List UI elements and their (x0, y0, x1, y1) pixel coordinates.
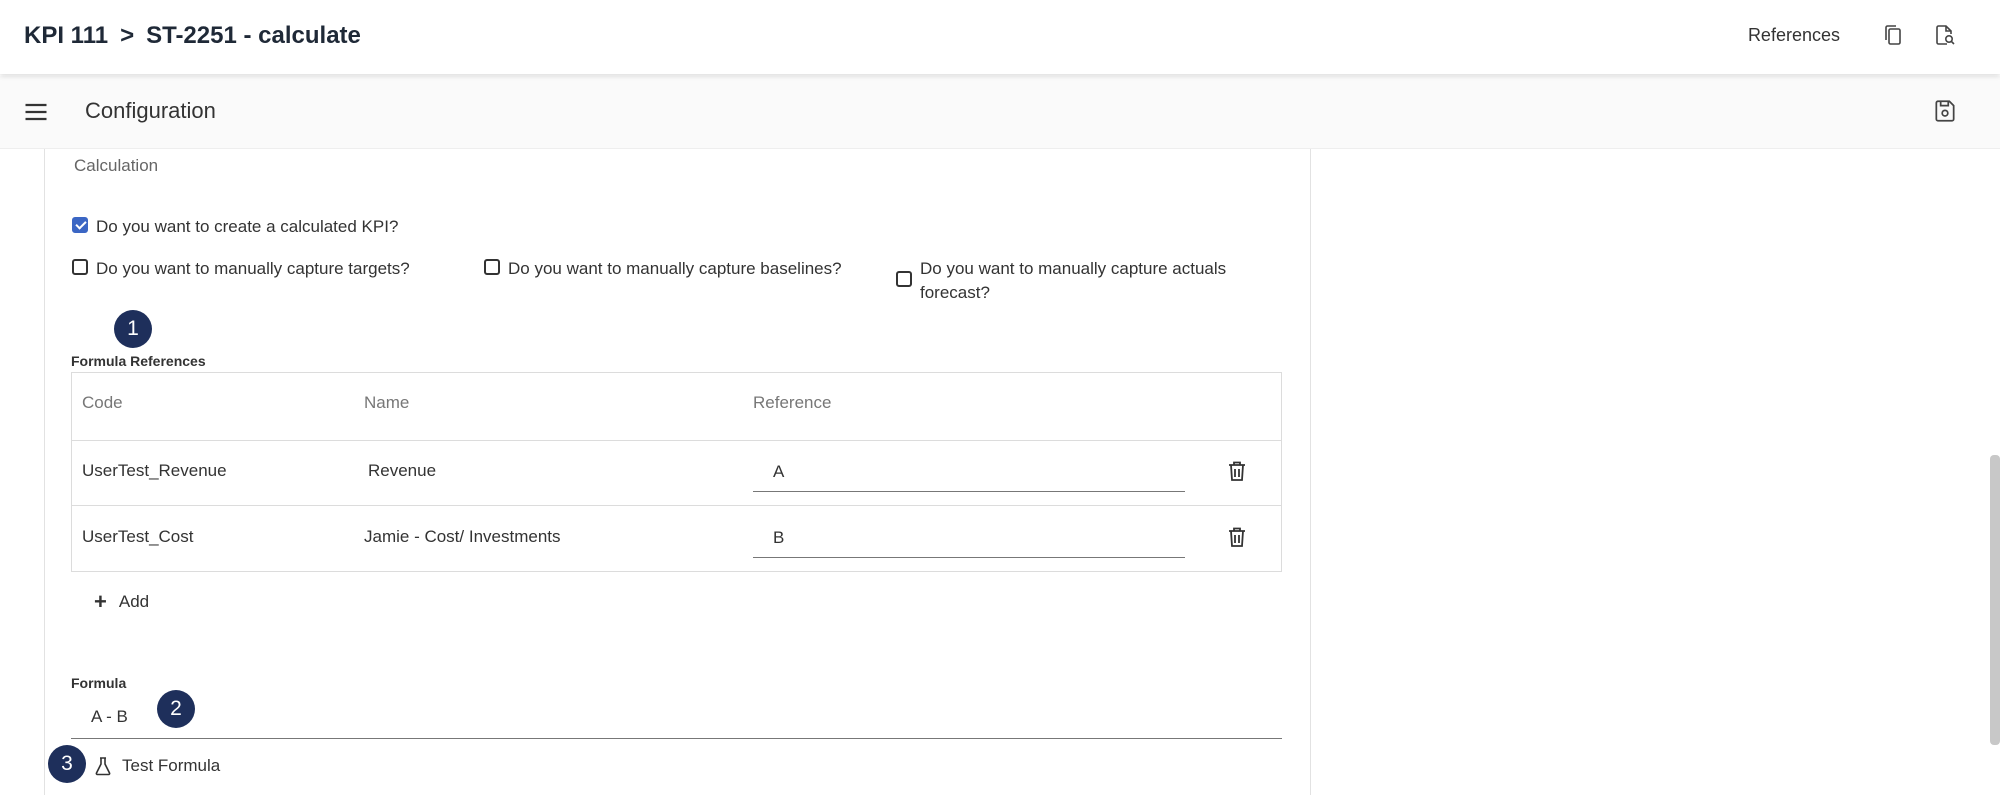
calculation-section-label: Calculation (74, 156, 159, 175)
capture-actuals-label-line1: Do you want to manually capture actuals (920, 259, 1227, 278)
scrollbar[interactable] (1990, 455, 2000, 745)
top-actions: References (1748, 20, 1960, 50)
capture-actuals-label-line2: forecast? (920, 283, 990, 302)
capture-targets-option[interactable]: Do you want to manually capture targets? (72, 257, 410, 281)
formula-input[interactable]: A - B (71, 700, 1282, 739)
step-badge-2: 2 (157, 690, 195, 728)
column-header-code: Code (82, 393, 123, 412)
column-header-reference: Reference (753, 393, 832, 412)
reference-input[interactable]: B (753, 516, 1185, 558)
add-reference-button[interactable]: + Add (94, 589, 150, 614)
formula-label: Formula (71, 675, 127, 691)
formula-references-label: Formula References (71, 353, 206, 369)
step-badge-3: 3 (48, 745, 86, 783)
capture-baselines-label: Do you want to manually capture baseline… (508, 259, 842, 278)
test-formula-label: Test Formula (122, 756, 221, 775)
row-code: UserTest_Cost (82, 527, 194, 546)
reference-input-value: B (773, 528, 785, 547)
capture-actuals-checkbox[interactable] (896, 271, 912, 287)
table-row: UserTest_Cost Jamie - Cost/ Investments … (72, 506, 1281, 571)
column-header-name: Name (364, 393, 410, 412)
plus-icon: + (94, 589, 107, 614)
table-header: Code Name Reference (72, 373, 1281, 441)
reference-input[interactable]: A (753, 450, 1185, 492)
top-bar: KPI 111 > ST-2251 - calculate References (0, 0, 2000, 74)
capture-baselines-option[interactable]: Do you want to manually capture baseline… (484, 257, 842, 281)
delete-icon[interactable] (1227, 460, 1249, 482)
step-badge-1: 1 (114, 310, 152, 348)
delete-icon[interactable] (1227, 526, 1249, 548)
configuration-bar: Configuration (0, 76, 2000, 149)
capture-targets-label: Do you want to manually capture targets? (96, 259, 410, 278)
document-search-icon[interactable] (1930, 20, 1960, 50)
reference-input-value: A (773, 462, 785, 481)
formula-references-table: Code Name Reference UserTest_Revenue Rev… (71, 372, 1282, 572)
row-name: Revenue (368, 461, 437, 480)
capture-targets-checkbox[interactable] (72, 259, 88, 275)
row-code: UserTest_Revenue (82, 461, 227, 480)
formula-input-value: A - B (91, 707, 128, 726)
breadcrumb-kpi[interactable]: KPI 111 (24, 22, 108, 50)
test-formula-button[interactable]: Test Formula (94, 756, 220, 776)
calculated-kpi-option[interactable]: Do you want to create a calculated KPI? (72, 215, 398, 239)
copy-icon[interactable] (1878, 20, 1908, 50)
row-name: Jamie - Cost/ Investments (364, 527, 561, 546)
hamburger-menu-icon[interactable] (22, 98, 52, 126)
calculated-kpi-checkbox[interactable] (72, 217, 88, 233)
table-row: UserTest_Revenue Revenue A (72, 440, 1281, 506)
calculated-kpi-label: Do you want to create a calculated KPI? (96, 217, 399, 236)
save-icon[interactable] (1932, 98, 1960, 126)
capture-baselines-checkbox[interactable] (484, 259, 500, 275)
breadcrumb: KPI 111 > ST-2251 - calculate (24, 22, 361, 50)
page-title: Configuration (85, 98, 216, 123)
breadcrumb-current: ST-2251 - calculate (146, 22, 361, 49)
flask-icon (95, 757, 111, 776)
breadcrumb-separator: > (120, 22, 135, 49)
references-button[interactable]: References (1748, 25, 1840, 46)
capture-actuals-label: Do you want to manually capture actuals … (920, 257, 1226, 305)
capture-actuals-option[interactable]: Do you want to manually capture actuals … (896, 257, 1226, 305)
add-reference-label: Add (118, 592, 150, 611)
